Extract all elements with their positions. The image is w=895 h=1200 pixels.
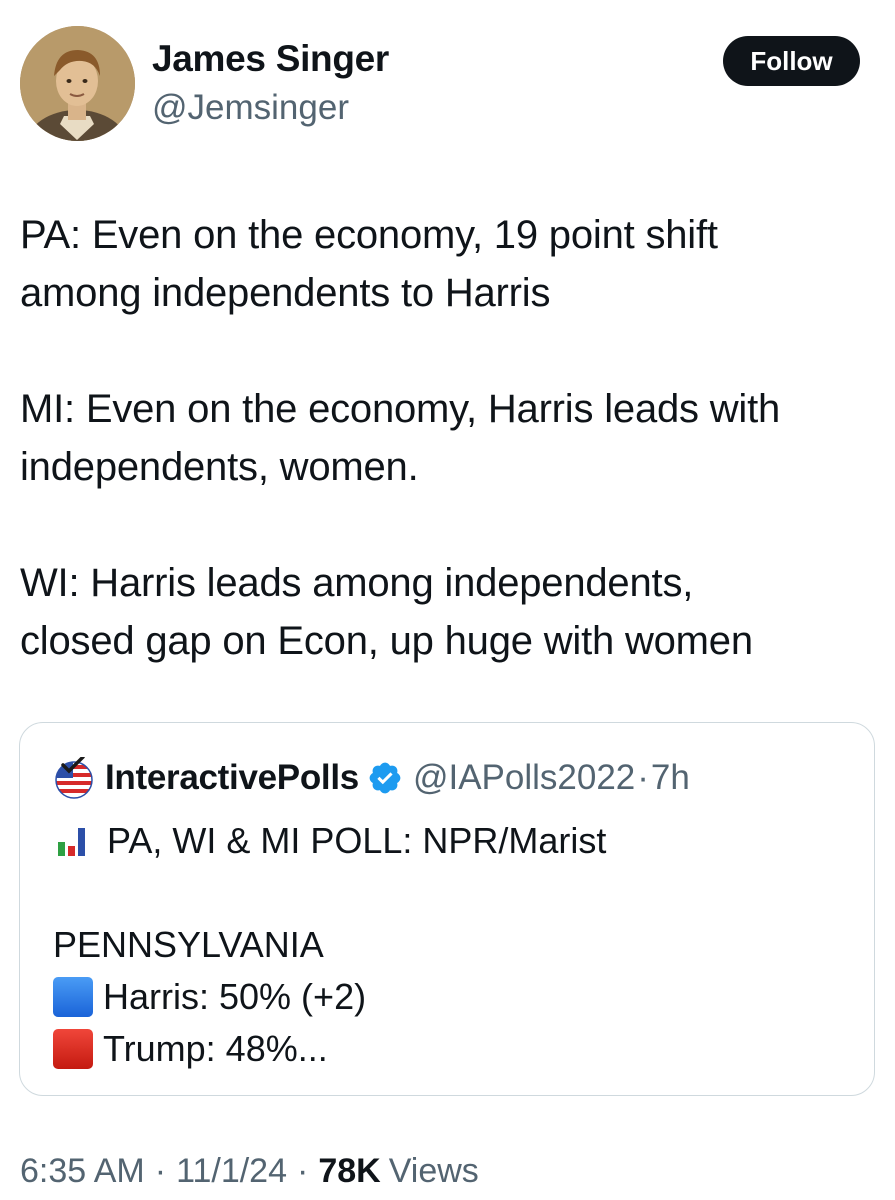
quoted-author-handle[interactable]: @IAPolls2022 [413, 758, 635, 798]
tweet-text: PA: Even on the economy, 19 point shift … [20, 206, 880, 670]
portrait-photo [20, 26, 135, 141]
views-count[interactable]: 78K [318, 1152, 380, 1191]
author-avatar[interactable] [20, 26, 135, 141]
author-name[interactable]: James Singer [152, 38, 389, 80]
tweet-date[interactable]: 11/1/24 [176, 1152, 287, 1191]
quoted-headline-line: PA, WI & MI POLL: NPR/Marist [53, 815, 853, 867]
verified-badge-icon [367, 760, 403, 796]
author-handle[interactable]: @Jemsinger [152, 88, 349, 128]
separator-dot: · [297, 1152, 309, 1190]
quoted-tweet-header: InteractivePolls @IAPolls2022 · 7h [53, 757, 690, 799]
tweet-time[interactable]: 6:35 AM [20, 1152, 145, 1191]
quoted-tweet-card[interactable]: InteractivePolls @IAPolls2022 · 7h PA, W… [19, 722, 875, 1096]
quoted-tweet-time[interactable]: 7h [651, 758, 690, 798]
quoted-tweet-body: PA, WI & MI POLL: NPR/Marist PENNSYLVANI… [53, 815, 853, 1075]
blue-square-icon [53, 977, 93, 1017]
red-square-icon [53, 1029, 93, 1069]
bar-chart-icon [53, 822, 91, 860]
tweet-paragraph: MI: Even on the economy, Harris leads wi… [20, 387, 781, 489]
quoted-state-line: PENNSYLVANIA [53, 919, 853, 971]
views-label: Views [388, 1152, 479, 1190]
quoted-headline-text: PA, WI & MI POLL: NPR/Marist [107, 820, 607, 861]
quoted-harris-line: Harris: 50% (+2) [53, 971, 853, 1023]
quoted-trump-line: Trump: 48%... [53, 1023, 853, 1075]
tweet-paragraph: WI: Harris leads among independents, clo… [20, 561, 753, 663]
follow-button[interactable]: Follow [723, 36, 860, 86]
tweet-meta: 6:35 AM · 11/1/24 · 78K Views [20, 1152, 479, 1191]
harris-result: Harris: 50% (+2) [103, 976, 367, 1017]
flag-ballot-icon[interactable] [53, 757, 95, 799]
separator-dot: · [154, 1152, 167, 1190]
separator-dot: · [637, 758, 649, 797]
trump-result: Trump: 48%... [103, 1028, 328, 1069]
quoted-author-name[interactable]: InteractivePolls [105, 758, 359, 798]
state-label: PENNSYLVANIA [53, 924, 324, 965]
tweet-paragraph: PA: Even on the economy, 19 point shift … [20, 213, 718, 315]
